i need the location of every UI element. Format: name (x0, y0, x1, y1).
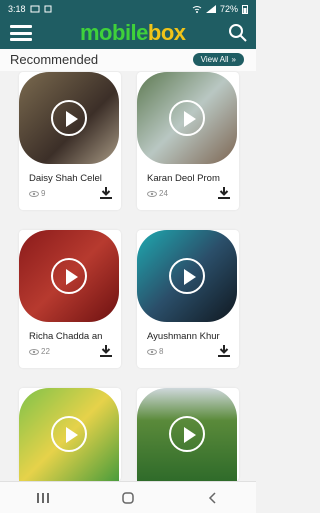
video-thumbnail[interactable] (19, 388, 119, 481)
status-time: 3:18 (8, 3, 26, 14)
view-count-value: 8 (159, 347, 164, 356)
video-title[interactable]: Daisy Shah Celel (29, 173, 113, 184)
view-count: 8 (147, 347, 163, 356)
view-count-value: 9 (41, 189, 46, 198)
play-icon[interactable] (169, 100, 205, 136)
status-bar: 3:18 72% (0, 0, 256, 17)
view-count: 22 (29, 347, 50, 356)
play-icon[interactable] (51, 100, 87, 136)
video-thumbnail[interactable] (137, 388, 237, 481)
video-thumbnail[interactable] (19, 230, 119, 322)
logo-text-part1: mobile (80, 20, 148, 45)
view-count: 24 (147, 189, 168, 198)
double-chevron-icon: » (231, 55, 236, 64)
wifi-icon (192, 5, 202, 13)
menu-icon[interactable] (10, 25, 32, 41)
video-title[interactable]: Karan Deol Prom (147, 173, 231, 184)
search-icon[interactable] (228, 23, 248, 43)
video-title[interactable]: Richa Chadda an (29, 331, 113, 342)
system-nav-bar (0, 481, 256, 513)
play-icon[interactable] (51, 416, 87, 452)
download-icon[interactable] (99, 186, 113, 200)
home-icon[interactable] (121, 491, 135, 505)
back-icon[interactable] (206, 491, 220, 505)
video-card[interactable]: Richa Chadda an 22 (19, 230, 121, 368)
play-icon[interactable] (169, 416, 205, 452)
logo-text-part2: box (147, 20, 186, 45)
video-card[interactable]: Daisy Shah Celel 9 (19, 72, 121, 210)
video-card[interactable]: Karan Deol Prom 24 (137, 72, 239, 210)
play-icon[interactable] (51, 258, 87, 294)
app-logo: mobilebox (80, 19, 186, 47)
app-header: mobilebox (0, 17, 256, 49)
eye-icon (147, 190, 157, 197)
video-card[interactable] (137, 388, 239, 481)
download-icon[interactable] (217, 344, 231, 358)
recents-icon[interactable] (36, 492, 50, 504)
eye-icon (29, 348, 39, 355)
notification-icon (30, 5, 40, 12)
eye-icon (147, 348, 157, 355)
view-count-value: 24 (159, 189, 168, 198)
eye-icon (29, 190, 39, 197)
video-thumbnail[interactable] (137, 72, 237, 164)
section-title: Recommended (10, 52, 99, 67)
download-icon[interactable] (217, 186, 231, 200)
view-all-button[interactable]: View All » (192, 53, 244, 66)
video-card[interactable] (19, 388, 121, 481)
signal-icon (205, 4, 216, 13)
play-icon[interactable] (169, 258, 205, 294)
calendar-icon (44, 5, 52, 12)
download-icon[interactable] (99, 344, 113, 358)
video-title[interactable]: Ayushmann Khur (147, 331, 231, 342)
video-thumbnail[interactable] (19, 72, 119, 164)
battery-percent: 72% (219, 3, 238, 14)
battery-icon (242, 4, 248, 14)
view-count: 9 (29, 189, 45, 198)
video-thumbnail[interactable] (137, 230, 237, 322)
video-card[interactable]: Ayushmann Khur 8 (137, 230, 239, 368)
view-all-label: View All (200, 55, 229, 64)
view-count-value: 22 (41, 347, 50, 356)
